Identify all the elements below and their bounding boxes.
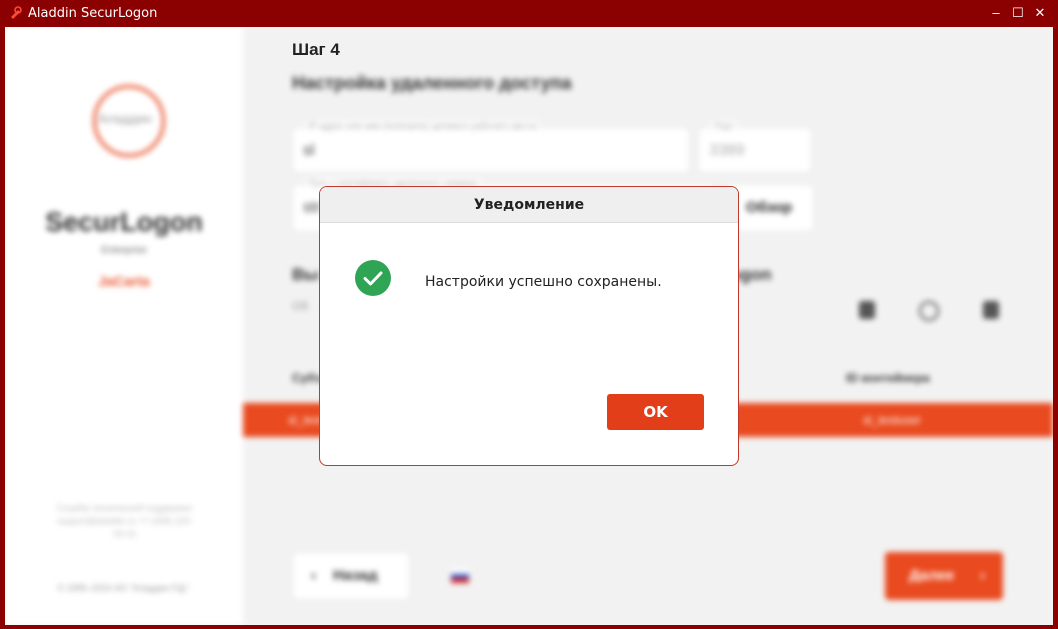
- app-window: Aladdin SecurLogon – ☐ ✕ Аладдин SecurLo…: [0, 0, 1058, 629]
- section-title: Вы: [292, 265, 319, 284]
- row-container-id: sl_testuser: [863, 413, 922, 427]
- title-bar[interactable]: Aladdin SecurLogon – ☐ ✕: [0, 0, 1058, 27]
- back-button[interactable]: ‹ Назад: [292, 552, 410, 600]
- row-subject: sl_test: [288, 413, 323, 427]
- window-title: Aladdin SecurLogon: [28, 6, 158, 21]
- info-icon[interactable]: [919, 301, 939, 321]
- page-heading: Настройка удаленного доступа: [292, 73, 572, 93]
- host-field-label: IP-адрес или имя (hostname) целевого раб…: [305, 121, 540, 131]
- close-button[interactable]: ✕: [1030, 4, 1050, 22]
- ok-button[interactable]: OK: [607, 394, 704, 430]
- next-button[interactable]: Далее ›: [885, 552, 1003, 600]
- back-button-label: Назад: [333, 567, 378, 584]
- maximize-button[interactable]: ☐: [1008, 4, 1028, 22]
- logo-text: Аладдин: [98, 111, 152, 126]
- delete-icon[interactable]: [859, 301, 875, 319]
- chevron-right-icon: ›: [980, 567, 985, 584]
- support-info: Служба технической поддержки: support@al…: [56, 503, 194, 539]
- column-container-id: ID контейнера: [846, 371, 930, 385]
- product-edition: Enterprise: [101, 245, 147, 256]
- chevron-left-icon: ‹: [311, 567, 316, 584]
- client-area: Аладдин SecurLogon Enterprise JaCarta Сл…: [5, 27, 1053, 625]
- sidebar: Аладдин SecurLogon Enterprise JaCarta Сл…: [5, 27, 243, 625]
- jacarta-brand: JaCarta: [98, 273, 150, 289]
- next-button-label: Далее: [909, 567, 955, 584]
- product-name: SecurLogon: [45, 207, 203, 237]
- host-field-value: sl: [303, 142, 315, 159]
- port-field-value: 3389: [709, 142, 745, 159]
- app-logo-icon: [11, 6, 22, 19]
- step-label: Шаг 4: [292, 40, 340, 59]
- port-field-label: Порт: [711, 121, 738, 131]
- minimize-button[interactable]: –: [986, 4, 1006, 22]
- russian-flag-icon[interactable]: [451, 569, 469, 583]
- section-subtitle: Об: [292, 299, 309, 313]
- token-icon[interactable]: [983, 301, 999, 319]
- dialog-message: Настройки успешно сохранены.: [425, 274, 662, 290]
- dialog-title: Уведомление: [320, 187, 738, 223]
- copyright: © 1995–2024 АО "Аладдин Р.Д.": [57, 583, 191, 593]
- success-check-icon: [355, 260, 391, 296]
- notification-dialog: Уведомление Настройки успешно сохранены.…: [319, 186, 739, 466]
- port-field[interactable]: Порт 3389: [698, 121, 812, 173]
- host-field[interactable]: IP-адрес или имя (hostname) целевого раб…: [292, 121, 690, 173]
